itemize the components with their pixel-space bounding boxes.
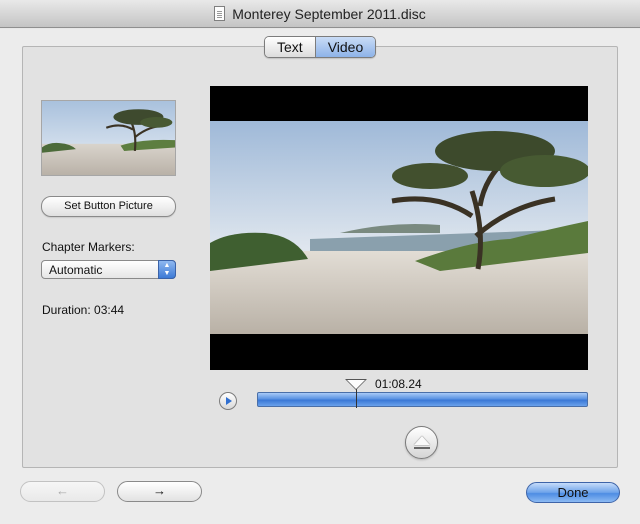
chapter-markers-label: Chapter Markers: (42, 240, 135, 254)
forward-button[interactable]: → (117, 481, 202, 502)
chapter-markers-value: Automatic (49, 263, 103, 277)
playhead-handle[interactable] (345, 379, 367, 390)
document-icon (214, 6, 226, 21)
eject-button[interactable] (405, 426, 438, 459)
playhead-line (356, 388, 357, 408)
timecode-readout: 01:08.24 (375, 377, 422, 391)
window-title: Monterey September 2011.disc (232, 5, 426, 22)
play-button[interactable] (219, 392, 237, 410)
chapter-markers-select[interactable]: Automatic ▲ ▼ (41, 260, 176, 279)
set-button-picture-button[interactable]: Set Button Picture (41, 196, 176, 217)
done-button[interactable]: Done (526, 482, 620, 503)
tab-text[interactable]: Text (265, 37, 315, 57)
button-picture-thumbnail (41, 100, 176, 176)
video-preview (210, 86, 588, 370)
chevron-updown-icon: ▲ ▼ (158, 260, 176, 279)
tab-control: Text Video (264, 36, 377, 58)
tab-video[interactable]: Video (314, 37, 376, 57)
duration-label: Duration: 03:44 (42, 303, 125, 317)
title-bar: Monterey September 2011.disc (0, 0, 640, 28)
timeline-scrubber[interactable] (257, 392, 588, 407)
back-button[interactable]: ← (20, 481, 105, 502)
